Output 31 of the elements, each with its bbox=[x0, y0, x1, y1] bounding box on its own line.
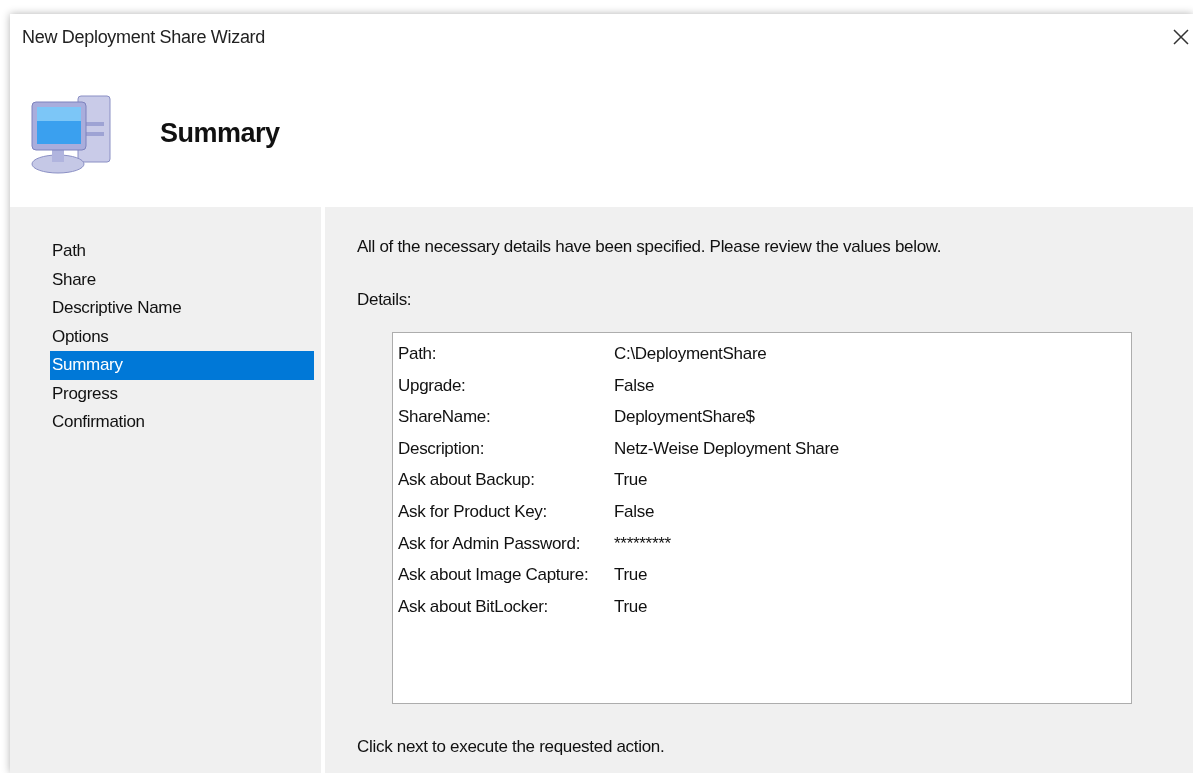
wizard-step[interactable]: Progress bbox=[50, 379, 314, 408]
detail-name: Ask about Image Capture: bbox=[398, 564, 590, 587]
details-label: Details: bbox=[357, 290, 413, 310]
detail-value: True bbox=[614, 469, 649, 492]
footer-note: Click next to execute the requested action. bbox=[357, 737, 666, 757]
page-heading: Summary bbox=[160, 118, 280, 149]
instruction-text: All of the necessary details have been specified. Please review the values below. bbox=[357, 237, 943, 257]
detail-value: False bbox=[614, 374, 656, 397]
detail-value: DeploymentShare$ bbox=[614, 406, 756, 429]
wizard-step[interactable]: Summary bbox=[50, 351, 314, 380]
detail-value: ********* bbox=[614, 532, 672, 555]
detail-name: Ask about BitLocker: bbox=[398, 595, 549, 618]
wizard-step[interactable]: Descriptive Name bbox=[50, 294, 314, 323]
detail-name: Ask for Admin Password: bbox=[398, 532, 582, 555]
detail-value: False bbox=[614, 500, 656, 523]
detail-value: Netz-Weise Deployment Share bbox=[614, 437, 840, 460]
detail-value: C:\DeploymentShare bbox=[614, 343, 768, 365]
detail-name: Ask for Product Key: bbox=[398, 500, 548, 523]
window-title: New Deployment Share Wizard bbox=[22, 26, 265, 48]
detail-name: ShareName: bbox=[398, 406, 492, 429]
detail-name: Ask about Backup: bbox=[398, 469, 536, 492]
detail-name: Path: bbox=[398, 343, 438, 365]
wizard-step[interactable]: Path bbox=[50, 237, 314, 266]
detail-value: True bbox=[614, 595, 649, 618]
detail-name: Upgrade: bbox=[398, 374, 467, 397]
wizard-step[interactable]: Share bbox=[50, 265, 314, 294]
close-icon[interactable] bbox=[1171, 27, 1191, 47]
detail-name: Description: bbox=[398, 437, 486, 460]
wizard-step[interactable]: Confirmation bbox=[50, 408, 314, 437]
detail-value: True bbox=[614, 564, 649, 587]
wizard-step[interactable]: Options bbox=[50, 322, 314, 351]
